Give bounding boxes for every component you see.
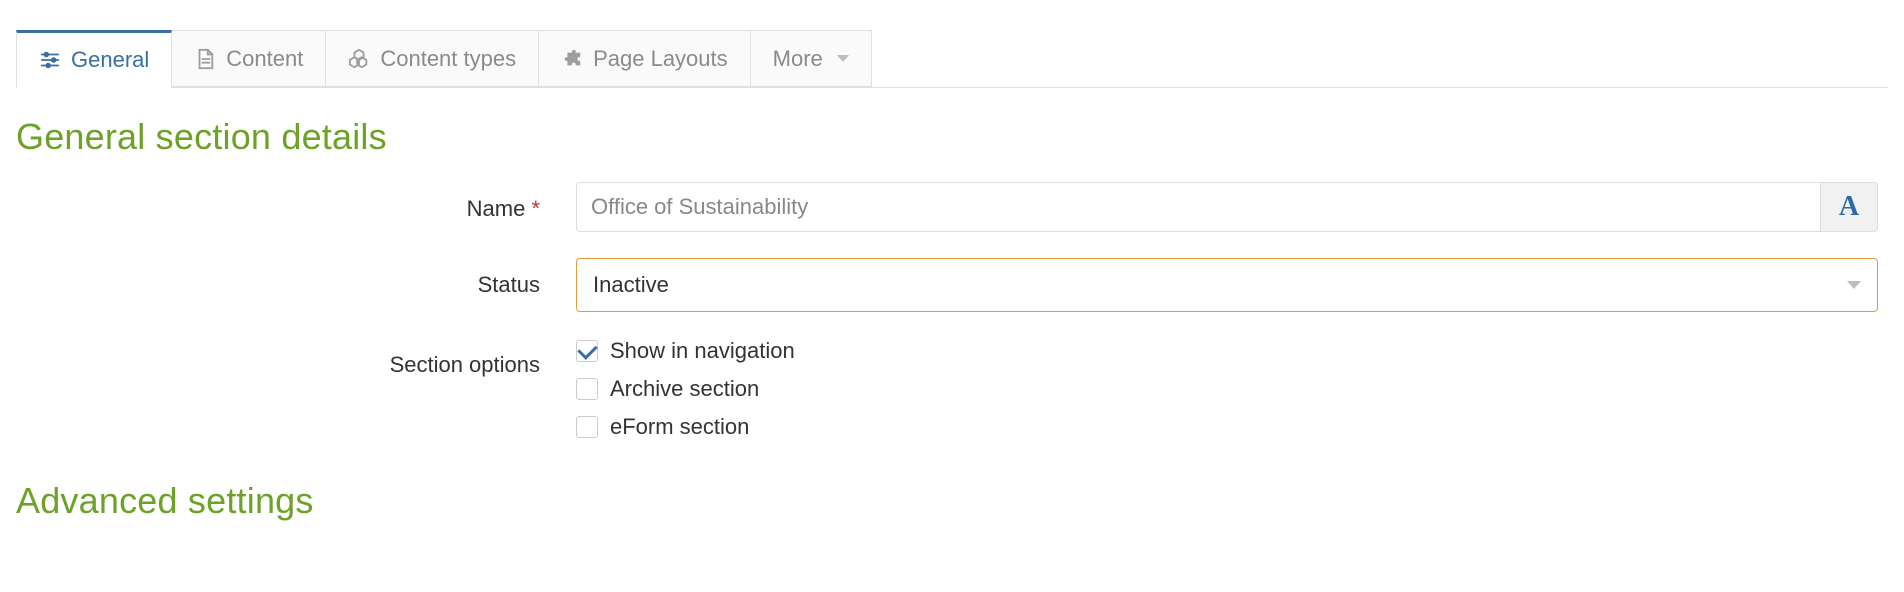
font-icon: A bbox=[1839, 191, 1859, 223]
label-name: Name * bbox=[16, 182, 576, 222]
status-value: Inactive bbox=[593, 272, 669, 298]
puzzle-icon bbox=[561, 48, 583, 70]
option-archive-section-label: Archive section bbox=[610, 376, 759, 402]
tab-content-types[interactable]: Content types bbox=[325, 30, 539, 87]
option-eform-section: eForm section bbox=[576, 414, 1878, 440]
status-select[interactable]: Inactive bbox=[576, 258, 1878, 312]
tab-more-label: More bbox=[773, 48, 823, 70]
tab-content[interactable]: Content bbox=[171, 30, 326, 87]
option-show-in-nav-label: Show in navigation bbox=[610, 338, 795, 364]
sliders-icon bbox=[39, 49, 61, 71]
label-section-options: Section options bbox=[16, 338, 576, 378]
heading-advanced-settings: Advanced settings bbox=[16, 480, 1888, 522]
tab-general[interactable]: General bbox=[16, 30, 172, 88]
font-addon-button[interactable]: A bbox=[1820, 182, 1878, 232]
label-status: Status bbox=[16, 258, 576, 298]
row-section-options: Section options Show in navigation Archi… bbox=[16, 338, 1888, 452]
tab-page-layouts-label: Page Layouts bbox=[593, 48, 728, 70]
checkbox-show-in-nav[interactable] bbox=[576, 340, 598, 362]
heading-general-section-details: General section details bbox=[16, 116, 1888, 158]
tabs-row: General Content Content types bbox=[16, 30, 1888, 88]
option-eform-section-label: eForm section bbox=[610, 414, 749, 440]
required-asterisk: * bbox=[531, 196, 540, 221]
tab-content-types-label: Content types bbox=[380, 48, 516, 70]
label-name-text: Name bbox=[467, 196, 526, 221]
chevron-down-icon bbox=[1847, 281, 1861, 289]
checkbox-archive-section[interactable] bbox=[576, 378, 598, 400]
cubes-icon bbox=[348, 48, 370, 70]
option-archive-section: Archive section bbox=[576, 376, 1878, 402]
document-icon bbox=[194, 48, 216, 70]
tab-more[interactable]: More bbox=[750, 30, 872, 87]
tab-general-label: General bbox=[71, 49, 149, 71]
row-status: Status Inactive bbox=[16, 258, 1888, 312]
tab-page-layouts[interactable]: Page Layouts bbox=[538, 30, 751, 87]
checkbox-eform-section[interactable] bbox=[576, 416, 598, 438]
chevron-down-icon bbox=[837, 55, 849, 62]
tab-content-label: Content bbox=[226, 48, 303, 70]
row-name: Name * A bbox=[16, 182, 1888, 232]
option-show-in-nav: Show in navigation bbox=[576, 338, 1878, 364]
name-input[interactable] bbox=[576, 182, 1820, 232]
